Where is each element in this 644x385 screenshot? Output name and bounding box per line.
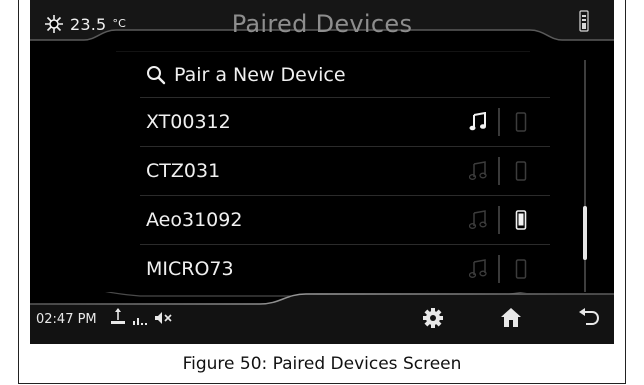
device-name: XT00312 bbox=[146, 111, 231, 133]
phone-icon[interactable] bbox=[515, 259, 527, 279]
page-title: Paired Devices bbox=[231, 10, 413, 38]
home-button[interactable] bbox=[496, 304, 526, 332]
paired-devices-list: Pair a New Device XT00312 CTZ031 Aeo3109… bbox=[140, 52, 550, 293]
device-name: MICRO73 bbox=[146, 258, 234, 280]
back-icon bbox=[579, 308, 600, 325]
home-icon bbox=[501, 308, 521, 327]
phone-icon[interactable] bbox=[515, 161, 527, 181]
service-divider bbox=[498, 108, 500, 136]
service-divider bbox=[498, 157, 500, 185]
clock: 02:47 PM bbox=[36, 312, 97, 327]
bottom-bar: 02:47 PM bbox=[30, 292, 614, 344]
device-services bbox=[440, 196, 550, 244]
device-row[interactable]: XT00312 bbox=[140, 98, 550, 147]
device-row[interactable]: CTZ031 bbox=[140, 147, 550, 196]
infotainment-screen: 23.5 °C Paired Devices Pair a New Device … bbox=[30, 0, 614, 344]
top-bar: 23.5 °C Paired Devices bbox=[30, 0, 614, 52]
search-icon bbox=[147, 65, 166, 84]
device-row[interactable]: MICRO73 bbox=[140, 245, 550, 293]
service-divider bbox=[498, 255, 500, 283]
mute-icon[interactable] bbox=[154, 311, 172, 325]
settings-button[interactable] bbox=[418, 304, 448, 332]
pair-new-device-button[interactable]: Pair a New Device bbox=[140, 52, 550, 98]
phone-icon[interactable] bbox=[515, 112, 527, 132]
figure-caption: Figure 50: Paired Devices Screen bbox=[182, 354, 462, 374]
device-name: CTZ031 bbox=[146, 160, 221, 182]
signal-icon bbox=[133, 318, 147, 325]
music-note-icon[interactable] bbox=[469, 210, 487, 230]
music-note-icon[interactable] bbox=[469, 112, 487, 132]
device-services bbox=[440, 245, 550, 293]
phone-battery-icon[interactable] bbox=[578, 10, 590, 36]
pair-new-device-label: Pair a New Device bbox=[174, 63, 346, 86]
phone-icon[interactable] bbox=[515, 210, 527, 230]
device-services bbox=[440, 98, 550, 146]
device-row[interactable]: Aeo31092 bbox=[140, 196, 550, 245]
device-services bbox=[440, 147, 550, 195]
settings-gear-icon bbox=[423, 308, 443, 328]
service-divider bbox=[498, 206, 500, 234]
music-note-icon[interactable] bbox=[469, 259, 487, 279]
device-name: Aeo31092 bbox=[146, 209, 243, 231]
usb-icon bbox=[111, 308, 125, 324]
scrollbar-thumb[interactable] bbox=[583, 206, 587, 260]
back-button[interactable] bbox=[574, 304, 604, 332]
music-note-icon[interactable] bbox=[469, 161, 487, 181]
